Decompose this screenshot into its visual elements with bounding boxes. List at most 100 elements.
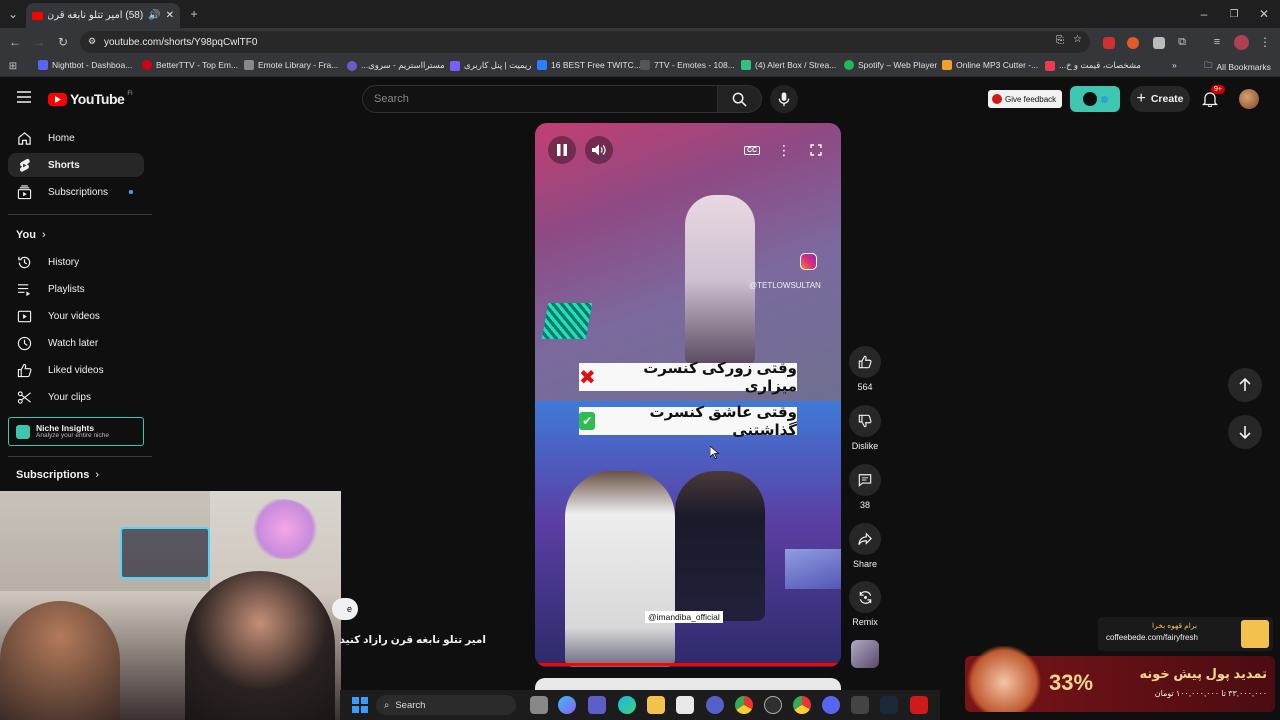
sidebar-item-history[interactable]: History [8, 250, 144, 274]
sidebar-item-subscriptions[interactable]: Subscriptions [8, 180, 144, 204]
edge-icon[interactable] [618, 696, 636, 714]
previous-short-button[interactable] [1228, 368, 1262, 402]
extension-icon-2[interactable] [1127, 37, 1139, 49]
extension-icon-1[interactable] [1103, 37, 1115, 49]
copilot-icon[interactable] [558, 696, 576, 714]
search-button[interactable] [718, 85, 762, 113]
chrome-icon[interactable] [735, 696, 753, 714]
bookmark-item[interactable]: Nightbot - Dashboa... [38, 60, 132, 70]
file-explorer-icon[interactable] [647, 696, 665, 714]
niche-insights-button[interactable]: Niche Insights Analyze your entire niche [8, 417, 144, 446]
back-icon[interactable]: ← [6, 33, 24, 51]
pause-icon [557, 144, 567, 156]
more-options-icon[interactable]: ⋮ [770, 136, 798, 164]
chrome-profile-icon[interactable] [793, 696, 811, 714]
sidebar-item-home[interactable]: Home [8, 126, 144, 150]
sidebar-item-your-videos[interactable]: Your videos [8, 304, 144, 328]
minimize-button[interactable]: – [1195, 5, 1213, 23]
store-icon[interactable] [676, 696, 694, 714]
you-heading[interactable]: You › [16, 229, 46, 241]
bookmark-item[interactable]: 7TV - Emotes - 108... [640, 60, 735, 70]
bookmark-item[interactable]: Spotify – Web Player [844, 60, 937, 70]
fullscreen-icon[interactable] [802, 136, 830, 164]
tab-close-icon[interactable]: ✕ [166, 10, 174, 21]
bookmark-item[interactable]: مسترااستریم - سروی... [347, 60, 445, 71]
bookmark-item[interactable]: Emote Library - Fra... [244, 60, 338, 70]
profile-avatar-icon[interactable] [1234, 35, 1249, 50]
short-title[interactable]: امیر تتلو نابغه قرن راَزاد کنید... [340, 634, 486, 646]
all-bookmarks-button[interactable]: 🗀 All Bookmarks [1204, 60, 1271, 74]
like-button[interactable] [849, 346, 881, 378]
bookmark-item[interactable]: Online MP3 Cutter -... [942, 60, 1038, 70]
remix-icon [859, 590, 871, 604]
window-close-button[interactable]: ✕ [1255, 5, 1273, 23]
share-button[interactable] [849, 523, 881, 555]
bookmark-item[interactable]: BetterTTV - Top Em... [142, 60, 238, 70]
app-icon-3[interactable] [910, 696, 928, 714]
windows-start-icon[interactable] [352, 697, 368, 713]
discord-icon[interactable] [822, 696, 840, 714]
extension-toggle-button[interactable] [1070, 86, 1120, 112]
extension-icon-3[interactable] [1153, 37, 1165, 49]
bookmark-item[interactable]: مشخصات، قیمت و خ... [1045, 60, 1141, 71]
reload-icon[interactable]: ↻ [54, 33, 72, 51]
dislike-button[interactable] [849, 405, 881, 437]
chrome-menu-icon[interactable]: ⋮ [1256, 33, 1274, 51]
create-button[interactable]: + Create [1130, 86, 1190, 112]
sidebar-item-playlists[interactable]: Playlists [8, 277, 144, 301]
steam-icon[interactable] [880, 696, 898, 714]
obs-icon[interactable] [764, 696, 782, 714]
youtube-logo[interactable]: YouTube FI [48, 91, 133, 107]
volume-icon [592, 144, 606, 156]
home-icon [16, 130, 32, 146]
volume-button[interactable] [585, 136, 613, 164]
neon-sign [120, 527, 210, 579]
sidebar-item-your-clips[interactable]: Your clips [8, 385, 144, 409]
sidebar-item-watch-later[interactable]: Watch later [8, 331, 144, 355]
remix-button[interactable] [849, 581, 881, 613]
search-input[interactable]: Search [362, 85, 718, 113]
tab-audio-icon[interactable]: 🔊 [148, 10, 160, 21]
captions-button[interactable]: CC [738, 136, 766, 164]
next-short-preview[interactable] [535, 678, 841, 690]
give-feedback-button[interactable]: Give feedback [988, 90, 1062, 108]
bookmark-item[interactable]: ریمیت | پنل کاربری [450, 60, 531, 71]
app-icon-2[interactable] [851, 696, 869, 714]
remix-label: Remix [852, 617, 878, 627]
comments-button[interactable] [849, 464, 881, 496]
region-code: FI [127, 91, 133, 97]
account-avatar[interactable] [1239, 89, 1259, 109]
channel-avatar-partial[interactable]: e [332, 598, 358, 620]
shorts-player[interactable]: @TETLOWSULTAN @imandiba_official وقتی زو… [535, 123, 841, 667]
url-input[interactable]: ⚙ youtube.com/shorts/Y98pqCwlTF0 ⎘ ☆ [80, 31, 1090, 53]
bookmarks-overflow-icon[interactable]: » [1172, 60, 1177, 70]
site-info-icon[interactable]: ⚙ [88, 36, 96, 47]
teams-icon[interactable] [588, 696, 606, 714]
next-short-button[interactable] [1228, 415, 1262, 449]
maximize-button[interactable]: ❐ [1225, 5, 1243, 23]
bookmark-item[interactable]: 16 BEST Free TWITC... [537, 60, 641, 70]
browser-tab[interactable]: (58) امیر تتلو نابغه قرن راَزاد 🔊 ✕ [26, 3, 180, 28]
progress-bar[interactable] [535, 663, 841, 666]
sidebar-item-liked-videos[interactable]: Liked videos [8, 358, 144, 382]
extensions-puzzle-icon[interactable]: ⧉ [1173, 33, 1191, 51]
install-app-icon[interactable]: ⎘ [1056, 35, 1064, 46]
app-icon[interactable] [706, 696, 724, 714]
subscriptions-heading[interactable]: Subscriptions › [16, 469, 99, 481]
reading-list-icon[interactable]: ≡ [1208, 33, 1226, 51]
audio-track-thumbnail[interactable] [851, 640, 879, 668]
new-tab-button[interactable]: + [185, 5, 203, 23]
voice-search-button[interactable] [770, 85, 798, 113]
task-view-icon[interactable] [530, 696, 548, 714]
sidebar-item-shorts[interactable]: Shorts [8, 153, 144, 177]
tab-search-icon[interactable]: ⌄ [4, 5, 22, 23]
hamburger-menu-icon[interactable] [16, 89, 32, 105]
apps-grid-icon[interactable]: ⊞ [4, 57, 22, 75]
pause-button[interactable] [548, 136, 576, 164]
performer-figure [685, 195, 755, 365]
bookmark-item[interactable]: (4) Alert Box / Strea... [741, 60, 836, 70]
bookmark-star-icon[interactable]: ☆ [1073, 34, 1082, 45]
taskbar-search[interactable]: ⌕ Search [376, 695, 516, 715]
notifications-bell-icon[interactable]: 9+ [1201, 85, 1225, 109]
forward-icon[interactable]: → [30, 33, 48, 51]
